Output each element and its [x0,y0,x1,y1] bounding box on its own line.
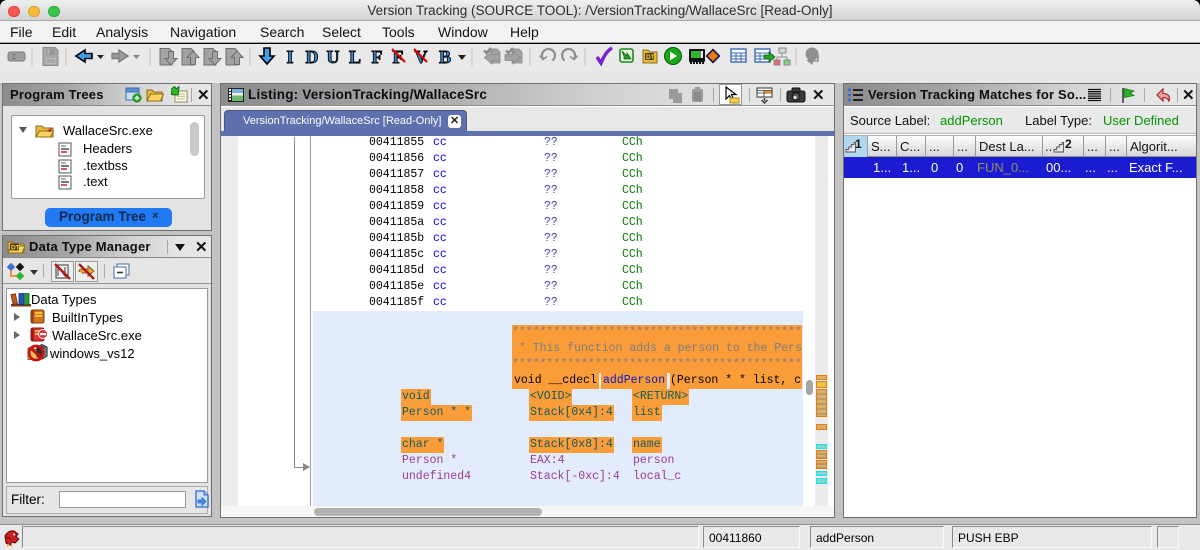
svg-text:F: F [372,47,383,67]
svg-text:I: I [286,47,293,67]
svg-text:U: U [327,47,340,67]
svg-text:D: D [306,47,319,67]
svg-text:B: B [439,47,451,67]
svg-text:L: L [349,47,361,67]
svg-text:DT: DT [646,54,655,61]
svg-text:DT: DT [11,245,20,252]
